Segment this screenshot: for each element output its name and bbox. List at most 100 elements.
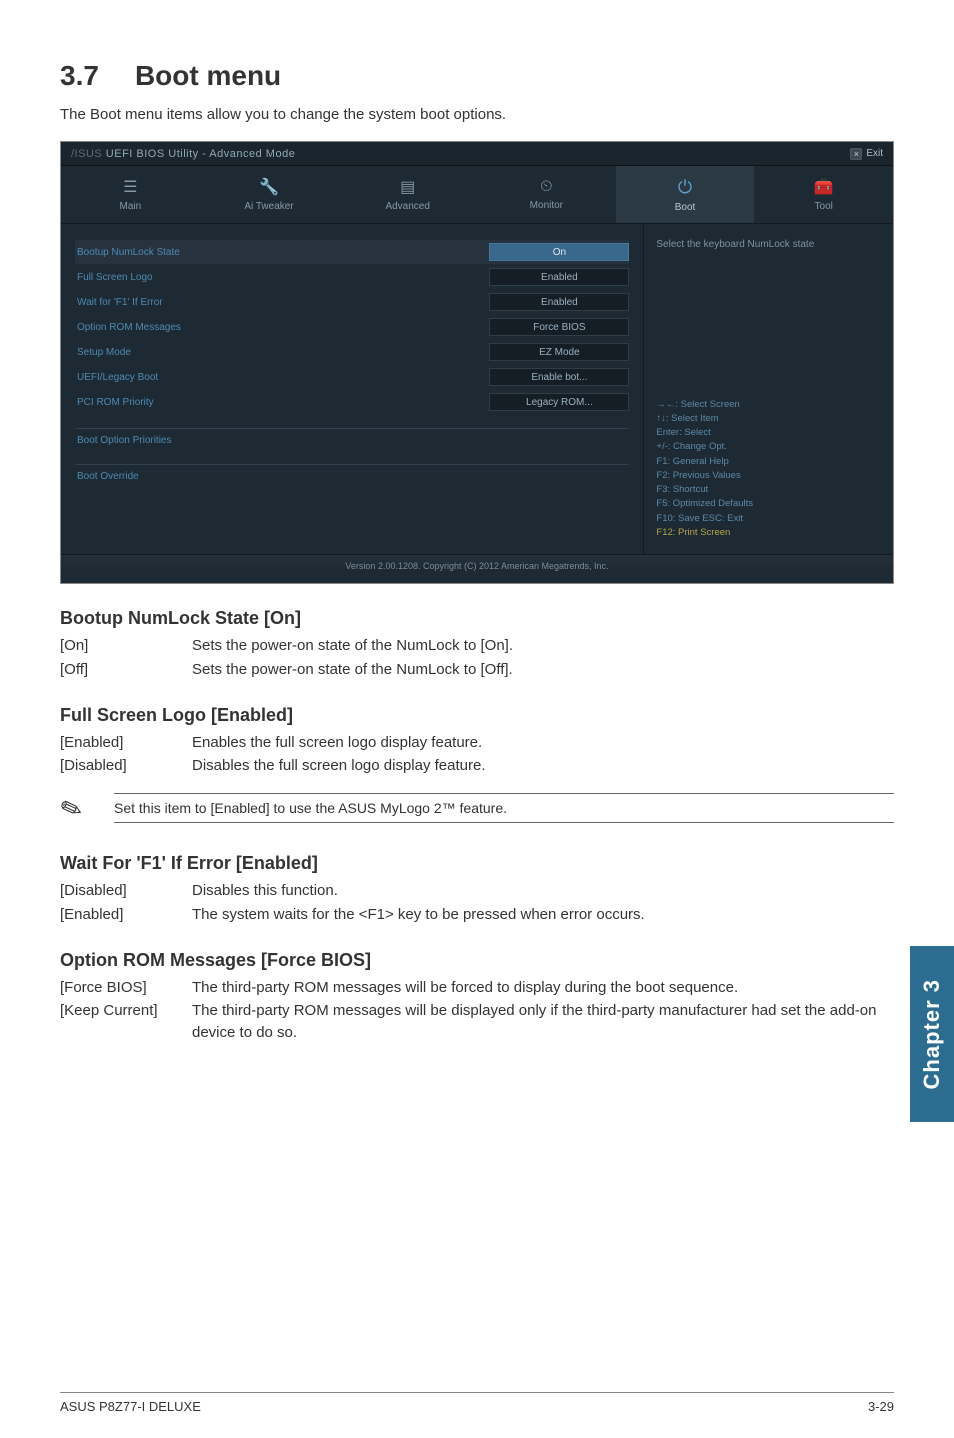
- setting-value[interactable]: Enable bot...: [489, 368, 629, 386]
- definition-value: The system waits for the <F1> key to be …: [192, 904, 894, 926]
- exit-button[interactable]: × Exit: [850, 148, 883, 160]
- setting-label: Bootup NumLock State: [75, 247, 489, 258]
- setting-value[interactable]: Force BIOS: [489, 318, 629, 336]
- definition-row: [Disabled] Disables the full screen logo…: [60, 755, 894, 777]
- tab-monitor[interactable]: ⏲ Monitor: [477, 166, 616, 223]
- bios-window: /ISUS UEFI BIOS Utility - Advanced Mode …: [60, 141, 894, 584]
- bios-title-text: UEFI BIOS Utility - Advanced Mode: [106, 148, 296, 160]
- section-number: 3.7: [60, 60, 99, 91]
- section-title: Boot menu: [135, 60, 281, 91]
- subhead-option-rom: Option ROM Messages [Force BIOS]: [60, 950, 894, 971]
- definition-row: [Enabled] The system waits for the <F1> …: [60, 904, 894, 926]
- subhead-full-screen-logo: Full Screen Logo [Enabled]: [60, 705, 894, 726]
- tab-label: Main: [119, 201, 141, 212]
- note-block: ✎ Set this item to [Enabled] to use the …: [60, 787, 894, 829]
- page-footer: ASUS P8Z77-I DELUXE 3-29: [60, 1392, 894, 1414]
- power-icon: ⏻: [678, 177, 692, 198]
- bios-titlebar: /ISUS UEFI BIOS Utility - Advanced Mode …: [61, 142, 893, 166]
- definition-value: Disables the full screen logo display fe…: [192, 755, 894, 777]
- definition-key: [Enabled]: [60, 732, 192, 754]
- tab-tool[interactable]: 🧰Tool: [754, 166, 893, 223]
- nav-line: F2: Previous Values: [656, 469, 881, 483]
- nav-line: F12: Print Screen: [656, 526, 881, 540]
- chapter-tab-label: Chapter 3: [919, 979, 945, 1089]
- setting-row[interactable]: Bootup NumLock State On: [75, 240, 629, 264]
- setting-label: Setup Mode: [75, 347, 489, 358]
- definition-key: [Off]: [60, 659, 192, 681]
- intro-paragraph: The Boot menu items allow you to change …: [60, 106, 894, 123]
- setting-label: Wait for 'F1' If Error: [75, 297, 489, 308]
- chip-icon: ▤: [400, 177, 415, 197]
- setting-label: Full Screen Logo: [75, 272, 489, 283]
- gauge-icon: ⏲: [540, 178, 552, 196]
- definition-row: [Disabled] Disables this function.: [60, 880, 894, 902]
- definition-key: [Disabled]: [60, 880, 192, 902]
- tab-label: Boot: [675, 202, 696, 213]
- nav-line: F5: Optimized Defaults: [656, 497, 881, 511]
- note-text: Set this item to [Enabled] to use the AS…: [114, 793, 894, 823]
- setting-value[interactable]: Legacy ROM...: [489, 393, 629, 411]
- nav-line: ↑↓: Select Item: [656, 412, 881, 426]
- bios-footer: Version 2.00.1208. Copyright (C) 2012 Am…: [61, 554, 893, 571]
- tab-main[interactable]: ☰ Main: [61, 166, 200, 223]
- nav-help: →←: Select Screen ↑↓: Select Item Enter:…: [656, 398, 881, 541]
- definition-row: [Off] Sets the power-on state of the Num…: [60, 659, 894, 681]
- setting-label: PCI ROM Priority: [75, 397, 489, 408]
- nav-line: →←: Select Screen: [656, 398, 881, 412]
- definition-row: [Enabled] Enables the full screen logo d…: [60, 732, 894, 754]
- definition-row: [On] Sets the power-on state of the NumL…: [60, 635, 894, 657]
- section-heading: 3.7 Boot menu: [60, 60, 894, 92]
- setting-row[interactable]: Wait for 'F1' If Error Enabled: [75, 290, 629, 314]
- definition-value: The third-party ROM messages will be for…: [192, 977, 894, 999]
- setting-value[interactable]: On: [489, 243, 629, 261]
- group-boot-option-priorities[interactable]: Boot Option Priorities: [75, 428, 629, 450]
- nav-line: F10: Save ESC: Exit: [656, 512, 881, 526]
- definition-value: Sets the power-on state of the NumLock t…: [192, 635, 894, 657]
- tab-label: Monitor: [530, 200, 563, 211]
- definition-row: [Keep Current] The third-party ROM messa…: [60, 1000, 894, 1044]
- tool-icon: 🧰: [814, 177, 834, 197]
- definition-key: [Disabled]: [60, 755, 192, 777]
- bios-logo: /ISUS UEFI BIOS Utility - Advanced Mode: [71, 148, 295, 160]
- definition-row: [Force BIOS] The third-party ROM message…: [60, 977, 894, 999]
- subhead-bootup-numlock: Bootup NumLock State [On]: [60, 608, 894, 629]
- definition-key: [On]: [60, 635, 192, 657]
- group-boot-override[interactable]: Boot Override: [75, 464, 629, 486]
- exit-label: Exit: [866, 148, 883, 159]
- definition-key: [Keep Current]: [60, 1000, 192, 1044]
- setting-row[interactable]: PCI ROM Priority Legacy ROM...: [75, 390, 629, 414]
- setting-row[interactable]: UEFI/Legacy Boot Enable bot...: [75, 365, 629, 389]
- chapter-tab: Chapter 3: [910, 946, 954, 1122]
- tab-boot[interactable]: ⏻ Boot: [616, 166, 755, 223]
- setting-row[interactable]: Option ROM Messages Force BIOS: [75, 315, 629, 339]
- setting-label: Option ROM Messages: [75, 322, 489, 333]
- footer-product: ASUS P8Z77-I DELUXE: [60, 1399, 201, 1414]
- pencil-icon: ✎: [57, 787, 102, 824]
- setting-value[interactable]: Enabled: [489, 293, 629, 311]
- definition-value: Disables this function.: [192, 880, 894, 902]
- help-text: Select the keyboard NumLock state: [656, 238, 881, 252]
- definition-key: [Enabled]: [60, 904, 192, 926]
- setting-row[interactable]: Full Screen Logo Enabled: [75, 265, 629, 289]
- definition-value: Sets the power-on state of the NumLock t…: [192, 659, 894, 681]
- nav-line: +/-: Change Opt.: [656, 440, 881, 454]
- subhead-wait-for-f1: Wait For 'F1' If Error [Enabled]: [60, 853, 894, 874]
- tab-advanced[interactable]: ▤ Advanced: [338, 166, 477, 223]
- footer-page-number: 3-29: [868, 1399, 894, 1414]
- bios-settings-pane: Bootup NumLock State On Full Screen Logo…: [61, 224, 643, 554]
- tab-label: Advanced: [385, 201, 429, 212]
- wrench-icon: 🔧: [259, 177, 279, 197]
- definition-key: [Force BIOS]: [60, 977, 192, 999]
- close-icon: ×: [850, 148, 862, 160]
- setting-row[interactable]: Setup Mode EZ Mode: [75, 340, 629, 364]
- list-icon: ☰: [123, 177, 137, 197]
- bios-help-pane: Select the keyboard NumLock state →←: Se…: [643, 224, 893, 554]
- setting-value[interactable]: EZ Mode: [489, 343, 629, 361]
- tab-ai-tweaker[interactable]: 🔧Ai Tweaker: [200, 166, 339, 223]
- bios-tabs: ☰ Main 🔧Ai Tweaker ▤ Advanced ⏲ Monitor ⏻ Bo…: [61, 166, 893, 224]
- nav-line: Enter: Select: [656, 426, 881, 440]
- nav-line: F1: General Help: [656, 455, 881, 469]
- group-title: Boot Option Priorities: [75, 431, 629, 450]
- setting-value[interactable]: Enabled: [489, 268, 629, 286]
- definition-value: Enables the full screen logo display fea…: [192, 732, 894, 754]
